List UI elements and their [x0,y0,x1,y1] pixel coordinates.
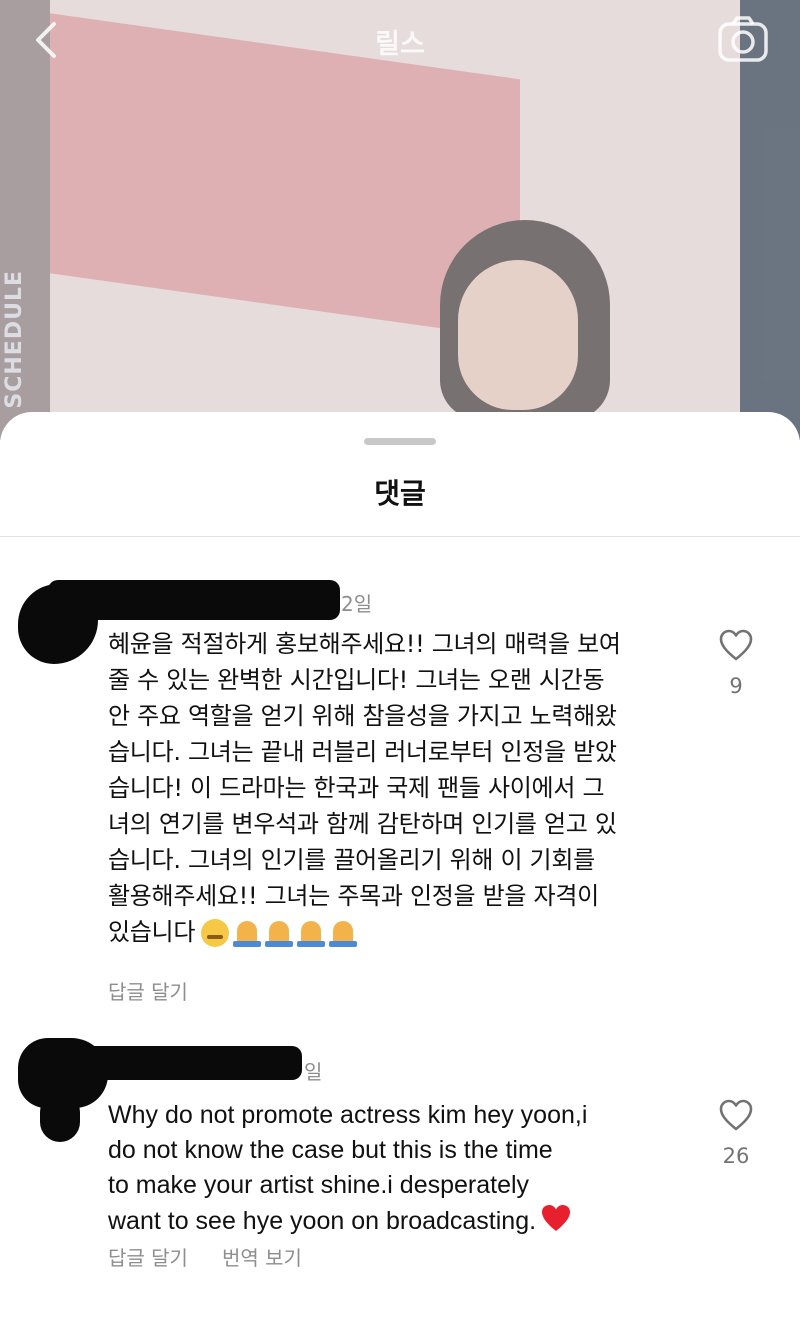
folded-hands-icon [297,919,326,947]
comments-sheet: 댓글 2일 혜윤을 적절하게 홍보해주세요!! 그녀의 매력을 보여 줄 수 있… [0,412,800,1318]
sheet-drag-handle[interactable] [364,438,436,445]
red-heart-icon [542,1205,571,1231]
comment-line: want to see hye yoon on broadcasting. [108,1207,537,1235]
like-column: 26 [708,1098,764,1168]
comment-line: 습니다. 그녀는 끝내 러블리 러너로부터 인정을 받았 [108,738,617,766]
comment-line: do not know the case but this is the tim… [108,1136,553,1164]
comment-line: 혜윤을 적절하게 홍보해주세요!! 그녀의 매력을 보여 [108,630,621,658]
sheet-title: 댓글 [374,477,426,510]
comment-line: Why do not promote actress kim hey yoon,… [108,1101,588,1129]
camera-button[interactable] [716,14,770,66]
comment-line: to make your artist shine.i desperately [108,1171,530,1199]
redacted-username [70,1046,302,1080]
see-translation-button[interactable]: 번역 보기 [222,1246,302,1270]
comment-line: 있습니다 [108,918,196,946]
folded-hands-icon [329,919,358,947]
heart-outline-icon[interactable] [718,628,754,662]
comment-line: 안 주요 역할을 얻기 위해 참을성을 가지고 노력해왔 [108,702,617,730]
comment-line: 녀의 연기를 변우석과 함께 감탄하며 인기를 얻고 있 [108,810,617,838]
emoji-group [195,915,358,951]
heart-outline-icon[interactable] [718,1098,754,1132]
comment-actions: 답글 달기 [108,976,222,1005]
comment-timestamp: 2일 [341,592,373,616]
sheet-divider [0,536,800,537]
like-column: 9 [708,628,764,698]
reel-title: 릴스 [375,29,425,60]
redacted-username [48,580,340,620]
comment-timestamp: 일 [304,1060,323,1084]
camera-icon [718,16,768,62]
smiling-tear-face-icon [201,919,230,947]
comment-text: 혜윤을 적절하게 홍보해주세요!! 그녀의 매력을 보여 줄 수 있는 완벽한 … [108,626,698,951]
reply-button[interactable]: 답글 달기 [108,980,188,1004]
comment-line: 줄 수 있는 완벽한 시간입니다! 그녀는 오랜 시간동 [108,666,605,694]
like-count: 26 [722,1144,750,1168]
reels-comments-screen: SCHEDULE 릴스 댓글 2일 혜윤을 적절하게 홍보해주세요!! 그녀의 … [0,0,800,1318]
reel-top-bar: 릴스 [0,0,800,80]
folded-hands-icon [265,919,294,947]
comment-line: 활용해주세요!! 그녀는 주목과 인정을 받을 자격이 [108,882,599,910]
folded-hands-icon [233,919,262,947]
comment-line: 습니다. 그녀의 인기를 끌어올리기 위해 이 기회를 [108,846,595,874]
like-count: 9 [729,674,743,698]
reply-button[interactable]: 답글 달기 [108,1246,188,1270]
comment-line: 습니다! 이 드라마는 한국과 국제 팬들 사이에서 그 [108,774,605,802]
comment-actions: 답글 달기 번역 보기 [108,1242,336,1271]
comment-text: Why do not promote actress kim hey yoon,… [108,1098,708,1239]
redacted-mark [40,1092,80,1142]
